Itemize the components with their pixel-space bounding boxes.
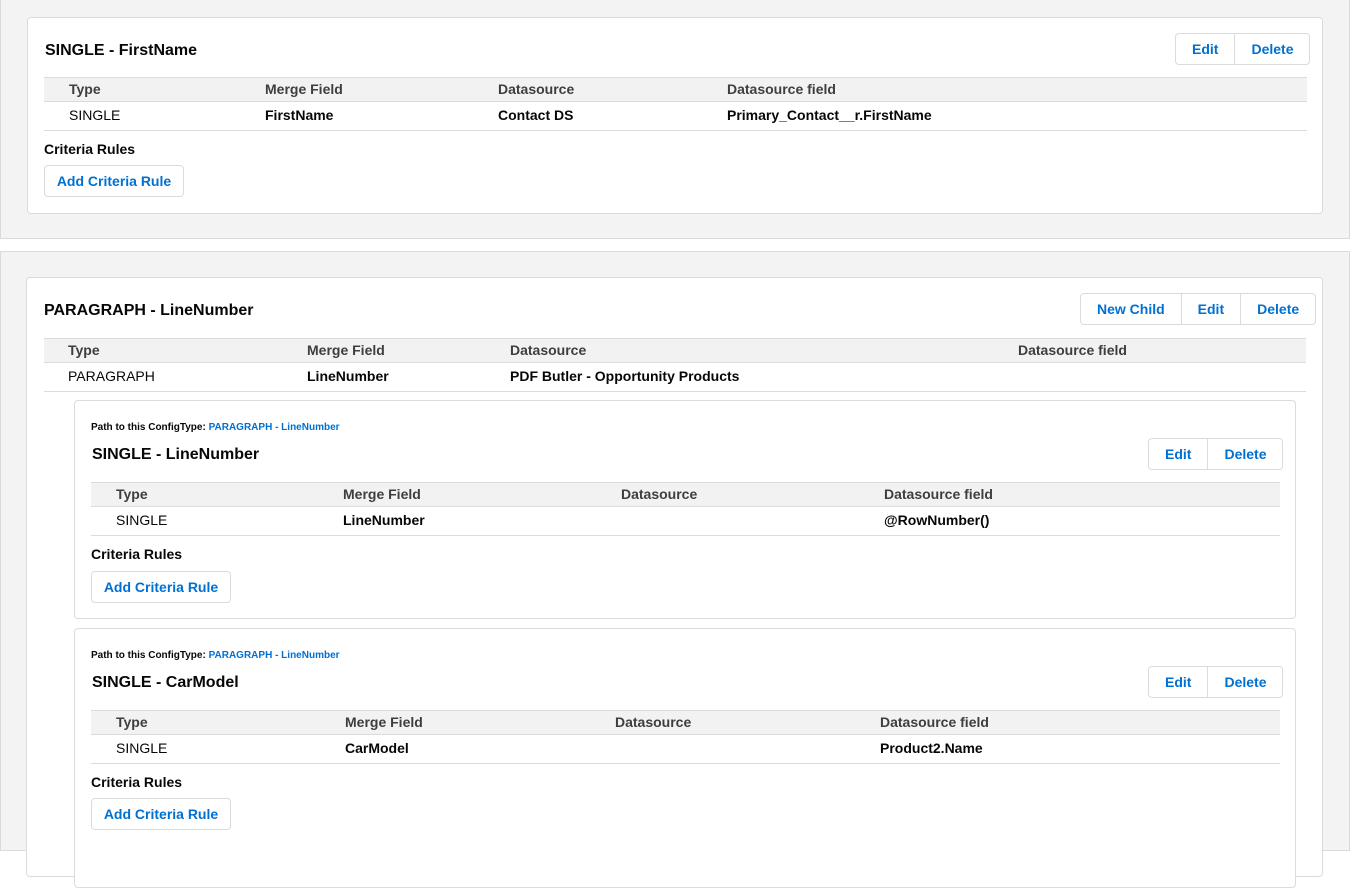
- config-path: Path to this ConfigType: PARAGRAPH - Lin…: [91, 422, 340, 433]
- config-table: Type Merge Field Datasource Datasource f…: [91, 710, 1280, 764]
- cell-datasource: Contact DS: [498, 107, 574, 123]
- column-header-datasource: Datasource: [621, 486, 698, 502]
- config-path-link[interactable]: PARAGRAPH - LineNumber: [209, 650, 340, 661]
- column-header-datasource: Datasource: [615, 714, 692, 730]
- config-path-link[interactable]: PARAGRAPH - LineNumber: [209, 422, 340, 433]
- cell-datasource-field: Product2.Name: [880, 740, 983, 756]
- edit-button[interactable]: Edit: [1175, 33, 1236, 65]
- config-section-firstname: SINGLE - FirstName Edit Delete Type Merg…: [0, 0, 1350, 239]
- config-table: Type Merge Field Datasource Datasource f…: [44, 77, 1307, 131]
- column-header-type: Type: [69, 81, 101, 97]
- cell-datasource-field: @RowNumber(): [884, 512, 990, 528]
- table-row: PARAGRAPH LineNumber PDF Butler - Opport…: [44, 363, 1306, 392]
- edit-button[interactable]: Edit: [1148, 438, 1209, 470]
- column-header-datasource-field: Datasource field: [1018, 342, 1127, 358]
- delete-button[interactable]: Delete: [1235, 33, 1311, 65]
- table-row: SINGLE LineNumber @RowNumber(): [91, 507, 1280, 536]
- column-header-datasource: Datasource: [510, 342, 587, 358]
- delete-button[interactable]: Delete: [1208, 438, 1284, 470]
- cell-merge-field: LineNumber: [343, 512, 425, 528]
- card-title: SINGLE - CarModel: [92, 674, 239, 691]
- card-title: SINGLE - LineNumber: [92, 446, 260, 463]
- column-header-merge-field: Merge Field: [343, 486, 421, 502]
- cell-type: SINGLE: [116, 740, 168, 756]
- criteria-rules-label: Criteria Rules: [91, 774, 183, 790]
- cell-type: SINGLE: [69, 107, 121, 123]
- card-actions: Edit Delete: [1148, 666, 1284, 698]
- card-title: SINGLE - FirstName: [45, 42, 198, 59]
- delete-button[interactable]: Delete: [1241, 293, 1317, 325]
- column-header-merge-field: Merge Field: [345, 714, 423, 730]
- new-child-button[interactable]: New Child: [1080, 293, 1182, 325]
- column-header-merge-field: Merge Field: [307, 342, 385, 358]
- table-row: SINGLE FirstName Contact DS Primary_Cont…: [44, 102, 1307, 131]
- card-title: PARAGRAPH - LineNumber: [44, 302, 254, 319]
- table-header: Type Merge Field Datasource Datasource f…: [91, 482, 1280, 507]
- criteria-rules-label: Criteria Rules: [91, 546, 183, 562]
- edit-button[interactable]: Edit: [1181, 293, 1242, 325]
- edit-button[interactable]: Edit: [1148, 666, 1209, 698]
- table-header: Type Merge Field Datasource Datasource f…: [91, 710, 1280, 735]
- cell-type: PARAGRAPH: [68, 368, 155, 384]
- column-header-datasource-field: Datasource field: [880, 714, 989, 730]
- add-criteria-rule-button[interactable]: Add Criteria Rule: [91, 798, 231, 830]
- table-header: Type Merge Field Datasource Datasource f…: [44, 338, 1306, 363]
- config-path: Path to this ConfigType: PARAGRAPH - Lin…: [91, 650, 340, 661]
- column-header-datasource-field: Datasource field: [884, 486, 993, 502]
- column-header-datasource-field: Datasource field: [727, 81, 836, 97]
- add-criteria-rule-button[interactable]: Add Criteria Rule: [91, 571, 231, 603]
- delete-button[interactable]: Delete: [1208, 666, 1284, 698]
- config-table: Type Merge Field Datasource Datasource f…: [91, 482, 1280, 536]
- config-card-paragraph: PARAGRAPH - LineNumber New Child Edit De…: [26, 277, 1323, 888]
- config-path-prefix: Path to this ConfigType:: [91, 422, 206, 433]
- cell-merge-field: LineNumber: [307, 368, 389, 384]
- cell-datasource: PDF Butler - Opportunity Products: [510, 368, 740, 384]
- table-row: SINGLE CarModel Product2.Name: [91, 735, 1280, 764]
- column-header-type: Type: [68, 342, 100, 358]
- criteria-rules-label: Criteria Rules: [44, 141, 136, 157]
- config-card-firstname: SINGLE - FirstName Edit Delete Type Merg…: [27, 17, 1323, 214]
- config-table: Type Merge Field Datasource Datasource f…: [44, 338, 1306, 392]
- card-actions: Edit Delete: [1175, 33, 1311, 65]
- config-path-prefix: Path to this ConfigType:: [91, 650, 206, 661]
- column-header-merge-field: Merge Field: [265, 81, 343, 97]
- add-criteria-rule-button[interactable]: Add Criteria Rule: [44, 165, 184, 197]
- card-actions: Edit Delete: [1148, 438, 1284, 470]
- column-header-type: Type: [116, 714, 148, 730]
- column-header-datasource: Datasource: [498, 81, 575, 97]
- child-card-linenumber: Path to this ConfigType: PARAGRAPH - Lin…: [74, 400, 1296, 619]
- table-header: Type Merge Field Datasource Datasource f…: [44, 77, 1307, 102]
- card-actions: New Child Edit Delete: [1080, 293, 1317, 325]
- cell-merge-field: FirstName: [265, 107, 334, 123]
- cell-type: SINGLE: [116, 512, 168, 528]
- column-header-type: Type: [116, 486, 148, 502]
- cell-datasource-field: Primary_Contact__r.FirstName: [727, 107, 932, 123]
- cell-merge-field: CarModel: [345, 740, 409, 756]
- config-section-paragraph: PARAGRAPH - LineNumber New Child Edit De…: [0, 251, 1350, 888]
- child-card-carmodel: Path to this ConfigType: PARAGRAPH - Lin…: [74, 628, 1296, 888]
